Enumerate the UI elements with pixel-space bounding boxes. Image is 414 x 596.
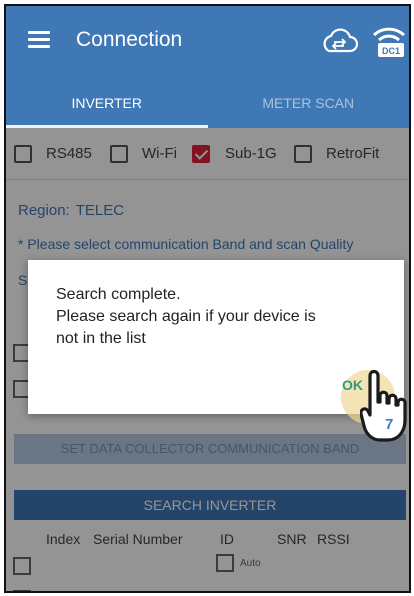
cloud-sync-icon[interactable] — [320, 28, 358, 54]
tap-step-number: 7 — [385, 416, 394, 433]
tab-bar: INVERTER METER SCAN — [6, 78, 409, 128]
app-bar: Connection DC1 — [6, 6, 409, 78]
dialog-line-2: Please search again if your device is — [56, 308, 316, 325]
wifi-badge-text: DC1 — [382, 46, 400, 56]
menu-icon[interactable] — [28, 31, 50, 49]
tab-inverter[interactable]: INVERTER — [6, 78, 208, 128]
dialog-line-3: not in the list — [56, 330, 146, 347]
page-title: Connection — [76, 28, 183, 51]
wifi-datalogger-icon[interactable]: DC1 — [370, 23, 408, 59]
tab-meter-scan[interactable]: METER SCAN — [208, 78, 410, 128]
phone-screen: Connection DC1 INVERTER METER SCAN RS485… — [4, 4, 411, 593]
dialog-line-1: Search complete. — [56, 286, 181, 303]
